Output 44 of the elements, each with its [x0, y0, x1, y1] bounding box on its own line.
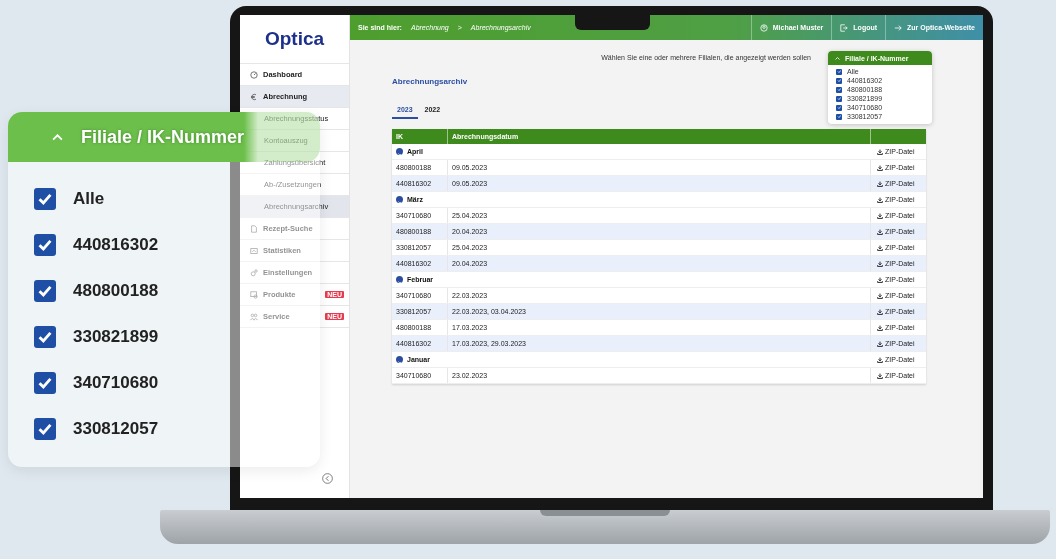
checkbox[interactable]: [836, 77, 842, 84]
option-label: 330821899: [73, 327, 159, 347]
download-icon: [877, 244, 883, 251]
checkbox[interactable]: [836, 86, 842, 93]
download-icon: [877, 324, 883, 331]
download-icon: [877, 292, 883, 299]
option-label: 330812057: [73, 419, 159, 439]
download-icon: [877, 308, 883, 315]
checkbox[interactable]: [34, 280, 56, 302]
checkbox[interactable]: [34, 372, 56, 394]
arrow-right-icon: [894, 23, 903, 32]
people-icon: [250, 312, 258, 321]
download-icon: [877, 148, 883, 155]
option-label: 440816302: [73, 235, 159, 255]
gauge-icon: [250, 70, 258, 79]
euro-icon: [250, 92, 258, 101]
logout-icon: [840, 23, 849, 32]
chart-icon: [250, 246, 258, 255]
checkbox[interactable]: [836, 113, 842, 120]
user-icon: [759, 23, 768, 32]
download-icon: [877, 372, 883, 379]
checkbox[interactable]: [34, 234, 56, 256]
download-icon: [877, 276, 883, 283]
checkbox[interactable]: [836, 68, 842, 75]
monitor-icon: [250, 290, 258, 299]
download-icon: [877, 212, 883, 219]
download-icon: [877, 180, 883, 187]
option-label: 480800188: [73, 281, 159, 301]
download-icon: [877, 260, 883, 267]
checkbox[interactable]: [34, 418, 56, 440]
download-icon: [877, 356, 883, 363]
download-icon: [877, 196, 883, 203]
download-icon: [877, 228, 883, 235]
checkbox[interactable]: [34, 326, 56, 348]
gear-icon: [250, 268, 258, 277]
page-title: Abrechnungsarchiv: [392, 77, 468, 86]
download-icon: [877, 340, 883, 347]
option-label: 340710680: [73, 373, 159, 393]
checkbox[interactable]: [836, 95, 842, 102]
checkbox[interactable]: [836, 104, 842, 111]
checkbox[interactable]: [34, 188, 56, 210]
option-label: Alle: [73, 189, 105, 209]
download-icon: [877, 164, 883, 171]
document-icon: [250, 224, 258, 233]
